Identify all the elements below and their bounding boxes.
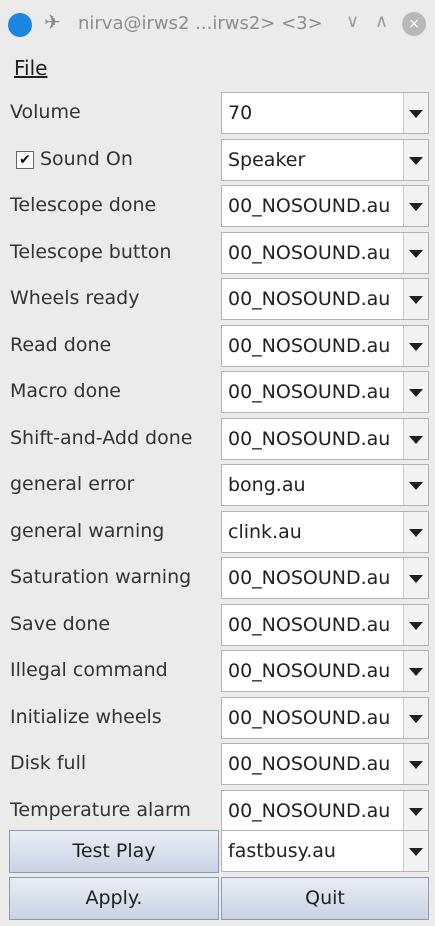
test-play-button[interactable]: Test Play [9, 830, 219, 873]
dropdown-arrow-icon[interactable] [403, 279, 428, 319]
setting-row: Illegal command 00_NOSOUND.au [0, 648, 435, 695]
sound-select[interactable]: 70 [221, 92, 429, 134]
setting-label: general error [10, 473, 135, 495]
setting-label: Saturation warning [10, 566, 192, 588]
menu-bar: File [0, 48, 435, 90]
sound-select-value: 00_NOSOUND.au [228, 381, 391, 403]
setting-label: Read done [10, 333, 112, 356]
sound-select[interactable]: 00_NOSOUND.au [221, 185, 429, 227]
sound-select[interactable]: Speaker [221, 138, 429, 181]
sound-select-value: Speaker [228, 148, 306, 171]
test-play-row: Test Play fastbusy.au [0, 828, 435, 874]
setting-label: Disk full [10, 752, 87, 774]
lock-icon [8, 13, 32, 37]
sound-select-value: 00_NOSOUND.au [228, 613, 391, 636]
setting-label: Macro done [10, 380, 121, 402]
test-play-select[interactable]: fastbusy.au [221, 830, 429, 872]
setting-label: Sound On [40, 147, 133, 170]
dropdown-arrow-icon[interactable] [403, 418, 428, 459]
sound-select[interactable]: clink.au [221, 510, 429, 553]
window-title: nirva@irws2 ...irws2> <3> [78, 13, 323, 34]
dropdown-arrow-icon[interactable] [403, 831, 428, 871]
title-bar: ✈ nirva@irws2 ...irws2> <3> ∨ ∧ × [0, 0, 435, 49]
sound-select-value: 00_NOSOUND.au [228, 334, 391, 357]
setting-row: Initialize wheels 00_NOSOUND.au [0, 695, 435, 742]
dropdown-arrow-icon[interactable] [403, 697, 428, 738]
sound-select[interactable]: 00_NOSOUND.au [221, 743, 429, 785]
setting-row: Read done 00_NOSOUND.au [0, 323, 435, 370]
setting-row: ✔ Sound On Speaker [0, 137, 435, 184]
setting-row: general error bong.au [0, 462, 435, 509]
sound-select[interactable]: bong.au [221, 464, 429, 506]
sound-select[interactable]: 00_NOSOUND.au [221, 650, 429, 692]
dropdown-arrow-icon[interactable] [403, 651, 428, 691]
setting-label: Initialize wheels [10, 705, 162, 728]
dropdown-arrow-icon[interactable] [403, 790, 428, 831]
sound-select[interactable]: 00_NOSOUND.au [221, 417, 429, 460]
setting-label: Save done [10, 612, 111, 635]
setting-label: general warning [10, 519, 165, 542]
test-play-select-value: fastbusy.au [228, 840, 336, 862]
dropdown-arrow-icon[interactable] [403, 186, 428, 226]
dropdown-arrow-icon[interactable] [403, 139, 428, 180]
pin-icon[interactable]: ✈ [44, 10, 61, 34]
sound-select-value: clink.au [228, 520, 302, 543]
setting-label: Illegal command [10, 659, 168, 681]
dropdown-arrow-icon[interactable] [403, 232, 428, 273]
dropdown-arrow-icon[interactable] [403, 744, 428, 784]
sound-on-checkbox[interactable]: ✔ [16, 150, 34, 169]
minimize-icon[interactable]: ∨ [346, 11, 359, 32]
file-menu-label[interactable]: File [14, 56, 47, 80]
sound-select-value: 00_NOSOUND.au [228, 195, 391, 217]
setting-row: Telescope button 00_NOSOUND.au [0, 230, 435, 277]
setting-label: Wheels ready [10, 287, 140, 309]
setting-row: Shift-and-Add done 00_NOSOUND.au [0, 416, 435, 463]
dropdown-arrow-icon[interactable] [403, 325, 428, 366]
dropdown-arrow-icon[interactable] [403, 93, 428, 133]
setting-row: Volume 70 [0, 90, 435, 137]
quit-button[interactable]: Quit [221, 877, 429, 920]
action-row: Apply. Quit [0, 874, 435, 920]
sound-select-value: 00_NOSOUND.au [228, 753, 391, 775]
sound-select[interactable]: 00_NOSOUND.au [221, 278, 429, 320]
setting-label: Telescope button [10, 240, 172, 263]
file-menu[interactable]: File [14, 56, 47, 80]
dropdown-arrow-icon[interactable] [403, 465, 428, 505]
sound-select[interactable]: 00_NOSOUND.au [221, 557, 429, 599]
setting-row: Save done 00_NOSOUND.au [0, 602, 435, 649]
sound-select[interactable]: 00_NOSOUND.au [221, 324, 429, 367]
setting-label: Telescope done [10, 194, 157, 216]
sound-select-value: 00_NOSOUND.au [228, 241, 391, 264]
sound-select-value: 00_NOSOUND.au [228, 288, 391, 310]
sound-select[interactable]: 00_NOSOUND.au [221, 603, 429, 646]
sound-select-value: 00_NOSOUND.au [228, 567, 391, 589]
maximize-icon[interactable]: ∧ [375, 11, 388, 32]
sound-select-value: 00_NOSOUND.au [228, 427, 391, 450]
setting-row: Macro done 00_NOSOUND.au [0, 369, 435, 416]
setting-row: Telescope done 00_NOSOUND.au [0, 183, 435, 230]
setting-row: general warning clink.au [0, 509, 435, 556]
setting-row: Disk full 00_NOSOUND.au [0, 741, 435, 788]
dropdown-arrow-icon[interactable] [403, 558, 428, 598]
sound-select[interactable]: 00_NOSOUND.au [221, 789, 429, 832]
apply-button[interactable]: Apply. [9, 877, 219, 920]
setting-label: Temperature alarm [10, 798, 191, 821]
sound-select[interactable]: 00_NOSOUND.au [221, 231, 429, 274]
sound-select[interactable]: 00_NOSOUND.au [221, 371, 429, 413]
sound-select-value: 70 [228, 102, 253, 124]
sound-select-value: 00_NOSOUND.au [228, 660, 391, 682]
setting-label: Shift-and-Add done [10, 426, 193, 449]
sound-select-value: 00_NOSOUND.au [228, 799, 391, 822]
dropdown-arrow-icon[interactable] [403, 604, 428, 645]
sound-select-value: bong.au [228, 474, 306, 496]
dropdown-arrow-icon[interactable] [403, 372, 428, 412]
setting-label: Volume [10, 101, 81, 123]
close-icon[interactable]: × [402, 12, 426, 36]
sound-select[interactable]: 00_NOSOUND.au [221, 696, 429, 739]
setting-row: Wheels ready 00_NOSOUND.au [0, 276, 435, 323]
dropdown-arrow-icon[interactable] [403, 511, 428, 552]
sound-select-value: 00_NOSOUND.au [228, 706, 391, 729]
setting-row: Saturation warning 00_NOSOUND.au [0, 555, 435, 602]
